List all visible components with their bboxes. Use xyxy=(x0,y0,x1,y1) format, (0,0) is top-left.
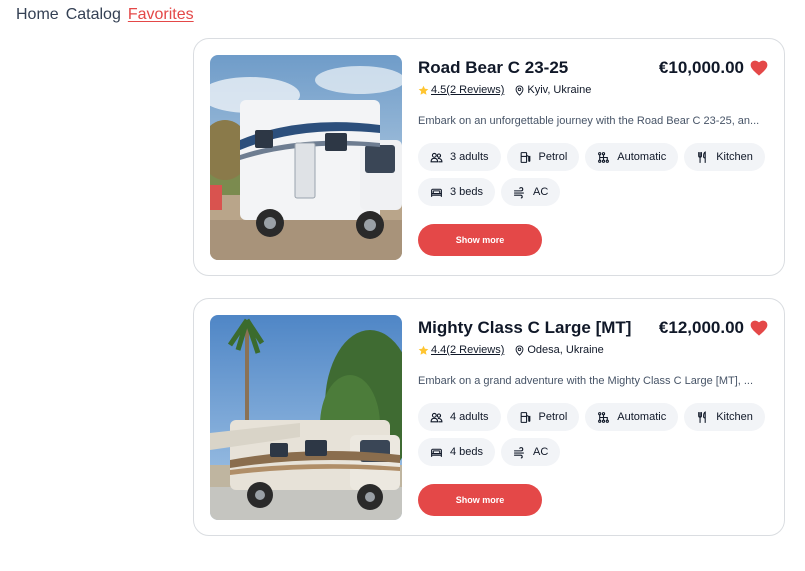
feature-chip: AC xyxy=(501,178,561,206)
feature-label: Kitchen xyxy=(716,151,753,163)
camper-price: €12,000.00 xyxy=(658,318,744,337)
star-icon xyxy=(418,85,429,95)
reviews-link[interactable]: 4.4(2 Reviews) xyxy=(431,344,504,356)
map-pin-icon xyxy=(515,84,524,96)
feature-chip: AC xyxy=(501,438,561,466)
card-header: Mighty Class C Large [MT] €12,000.00 xyxy=(418,315,768,339)
feature-label: 3 adults xyxy=(450,151,489,163)
camper-title: Road Bear C 23-25 xyxy=(418,58,569,77)
feature-chip: 4 adults xyxy=(418,403,501,431)
main-nav: Home Catalog Favorites xyxy=(16,6,194,24)
feature-chip: 3 adults xyxy=(418,143,501,171)
card-meta: 4.5(2 Reviews) Kyiv, Ukraine xyxy=(418,81,768,99)
feature-chip: Kitchen xyxy=(684,143,765,171)
feature-label: Petrol xyxy=(538,151,568,163)
show-more-button[interactable]: Show more xyxy=(418,224,542,256)
fuel-icon xyxy=(520,411,530,423)
feature-label: AC xyxy=(533,186,549,198)
camper-card: Road Bear C 23-25 €10,000.00 4.5(2 Revie… xyxy=(193,38,785,276)
camper-description: Embark on a grand adventure with the Mig… xyxy=(418,375,754,387)
feature-list: 4 adults Petrol Automatic Kitchen 4 beds… xyxy=(418,403,773,466)
price-area: €10,000.00 xyxy=(659,56,768,80)
location-text: Kyiv, Ukraine xyxy=(527,84,592,96)
bed-icon xyxy=(431,448,442,457)
nav-home-link[interactable]: Home xyxy=(16,6,59,24)
feature-label: 3 beds xyxy=(450,186,484,198)
feature-label: 4 beds xyxy=(450,446,484,458)
feature-list: 3 adults Petrol Automatic Kitchen 3 beds… xyxy=(418,143,773,206)
kitchen-icon xyxy=(698,410,706,423)
feature-chip: Kitchen xyxy=(684,403,765,431)
price-area: €12,000.00 xyxy=(659,316,768,340)
feature-label: Petrol xyxy=(538,411,568,423)
camper-description: Embark on an unforgettable journey with … xyxy=(418,115,760,127)
rating: 4.5(2 Reviews) xyxy=(418,84,504,96)
camper-card: Mighty Class C Large [MT] €12,000.00 4.4… xyxy=(193,298,785,536)
ac-icon xyxy=(514,446,524,458)
feature-chip: Petrol xyxy=(506,403,580,431)
heart-icon[interactable] xyxy=(750,60,768,76)
feature-label: Automatic xyxy=(617,411,667,423)
camper-info: Mighty Class C Large [MT] €12,000.00 4.4… xyxy=(418,315,768,466)
camper-title: Mighty Class C Large [MT] xyxy=(418,318,632,337)
transmission-icon xyxy=(598,151,610,163)
kitchen-icon xyxy=(698,150,706,163)
heart-icon[interactable] xyxy=(750,320,768,336)
camper-photo xyxy=(210,315,402,520)
camper-info: Road Bear C 23-25 €10,000.00 4.5(2 Revie… xyxy=(418,55,768,206)
star-icon xyxy=(418,345,429,355)
feature-label: 4 adults xyxy=(450,411,489,423)
map-pin-icon xyxy=(515,344,524,356)
feature-label: AC xyxy=(533,446,549,458)
nav-favorites-link[interactable]: Favorites xyxy=(128,6,194,24)
feature-label: Kitchen xyxy=(716,411,753,423)
card-header: Road Bear C 23-25 €10,000.00 xyxy=(418,55,768,79)
fuel-icon xyxy=(520,151,530,163)
bed-icon xyxy=(431,188,442,197)
feature-chip: Automatic xyxy=(585,403,679,431)
ac-icon xyxy=(514,186,524,198)
adults-icon xyxy=(430,412,443,422)
transmission-icon xyxy=(598,411,610,423)
camper-photo xyxy=(210,55,402,260)
card-meta: 4.4(2 Reviews) Odesa, Ukraine xyxy=(418,341,768,359)
rating: 4.4(2 Reviews) xyxy=(418,344,504,356)
reviews-link[interactable]: 4.5(2 Reviews) xyxy=(431,84,504,96)
feature-chip: Automatic xyxy=(585,143,679,171)
show-more-button[interactable]: Show more xyxy=(418,484,542,516)
feature-chip: 4 beds xyxy=(418,438,496,466)
location: Odesa, Ukraine xyxy=(514,344,604,356)
camper-price: €10,000.00 xyxy=(658,58,744,77)
location: Kyiv, Ukraine xyxy=(514,84,591,96)
adults-icon xyxy=(430,152,443,162)
nav-catalog-link[interactable]: Catalog xyxy=(66,6,121,24)
feature-chip: Petrol xyxy=(506,143,580,171)
feature-chip: 3 beds xyxy=(418,178,496,206)
feature-label: Automatic xyxy=(617,151,667,163)
location-text: Odesa, Ukraine xyxy=(527,344,604,356)
